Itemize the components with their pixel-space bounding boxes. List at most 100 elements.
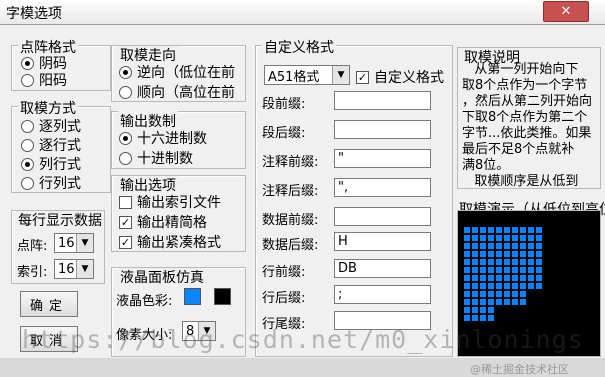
demo-pixel [520,227,526,233]
lcd-color-off-swatch[interactable] [214,288,231,305]
demo-pixel [512,275,518,281]
base-option-dec[interactable]: 十进制数 [119,148,193,168]
demo-pixel [464,251,470,257]
demo-pixel [504,235,510,241]
demo-pixel [528,283,534,289]
demo-pixel [488,259,494,265]
comment-prefix-input[interactable]: " [334,149,431,168]
demo-pixel [472,235,478,241]
field-label-comment-prefix: 注释前缀: [262,155,319,170]
output-tight-checkbox[interactable]: ✓ 输出紧凑格式 [119,232,221,251]
demo-pixel [536,315,542,321]
demo-pixel [536,307,542,313]
demo-pixel [504,291,510,297]
dot-format-option-yang[interactable]: 阳码 [21,70,67,90]
demo-pixel [520,259,526,265]
option-label: 列行式 [39,157,81,173]
demo-pixel [504,259,510,265]
demo-pixel [488,307,494,313]
mode-option-3[interactable]: 行列式 [21,173,81,193]
output-compact-checkbox[interactable]: ✓ 输出精简格 [119,212,207,232]
mode-option-1[interactable]: 逐行式 [21,135,81,155]
demo-pixel [512,283,518,289]
per-line-group: 每行显示数据 点阵: 16 ▼ 索引: 16 ▼ [11,210,105,284]
base-option-hex[interactable]: 十六进制数 [119,128,207,148]
data-prefix-input[interactable] [334,207,431,226]
index-value: 16 [58,261,75,277]
demo-pixel [520,291,526,297]
radio-indicator [119,65,132,79]
demo-pixel [480,299,486,305]
demo-pixel [512,243,518,249]
line-suffix-input[interactable]: ; [334,285,431,304]
window-title: 字模选项 [6,6,62,22]
option-label: 行列式 [39,176,81,192]
output-options-group: 输出选项 输出索引文件 ✓ 输出精简格 ✓ 输出紧凑格式 [111,175,246,252]
demo-pixel [496,291,502,297]
demo-pixel [464,227,470,233]
radio-indicator [119,151,132,165]
demo-pixel [536,235,542,241]
seg-prefix-input[interactable] [334,91,431,110]
line-prefix-input[interactable]: DB [334,259,431,278]
demo-pixel [480,275,486,281]
demo-pixel [528,307,534,313]
index-select[interactable]: 16 ▼ [54,259,94,279]
demo-pixel [536,299,542,305]
output-index-file-checkbox[interactable]: 输出索引文件 [119,192,221,212]
demo-pixel [496,243,502,249]
radio-indicator [21,138,34,152]
format-value: A51格式 [268,69,320,85]
option-label: 逐列式 [39,119,81,135]
demo-pixel [488,315,494,321]
dots-select[interactable]: 16 ▼ [54,233,94,253]
radio-indicator [119,131,132,145]
demo-pixel [480,291,486,297]
demo-pixel [480,235,486,241]
option-label: 自定义格式 [374,70,444,86]
comment-suffix-input[interactable]: ", [334,178,431,197]
close-button[interactable]: ✕ [543,1,589,22]
checkbox-indicator: ✓ [119,215,132,229]
demo-pixel [496,235,502,241]
demo-pixel [472,259,478,265]
format-select[interactable]: A51格式 ▼ [264,65,350,85]
description-panel: 取模说明 从第一列开始向下 取8个点作为一个字节 ，然后从第二列开始向 下取8个… [457,47,601,189]
radio-indicator [21,73,34,87]
demo-pixel [488,299,494,305]
radio-indicator [21,56,34,70]
demo-pixel [504,227,510,233]
demo-pixel [472,307,478,313]
checkbox-indicator: ✓ [119,235,132,249]
lcd-color-on-swatch[interactable] [184,288,201,305]
dots-value: 16 [58,235,75,251]
seg-suffix-input[interactable] [334,120,431,139]
custom-format-title: 自定义格式 [262,37,336,57]
demo-pixel [464,307,470,313]
data-suffix-input[interactable]: H [334,232,431,251]
demo-pixel [512,315,518,321]
demo-pixel [496,267,502,273]
mode-option-2[interactable]: 列行式 [21,154,81,174]
demo-pixel [528,267,534,273]
direction-option-forward[interactable]: 顺向（高位在前 [119,82,235,101]
demo-pixel [480,259,486,265]
demo-pixel [504,283,510,289]
demo-pixel [464,267,470,273]
mode-option-0[interactable]: 逐列式 [21,116,81,136]
custom-format-checkbox[interactable]: ✓ 自定义格式 [356,67,445,87]
output-base-group: 输出数制 十六进制数 十进制数 [111,111,246,169]
demo-pixel [488,251,494,257]
demo-pixel [472,299,478,305]
demo-pixel [536,291,542,297]
demo-pixel [528,235,534,241]
demo-pixel [512,291,518,297]
demo-pixel [480,315,486,321]
demo-pixel [504,243,510,249]
demo-pixel [496,227,502,233]
mode-title: 取模方式 [18,98,78,118]
demo-pixel [488,291,494,297]
direction-option-reverse[interactable]: 逆向（低位在前 [119,62,235,82]
ok-button[interactable]: 确定 [20,291,78,317]
demo-pixel [472,315,478,321]
